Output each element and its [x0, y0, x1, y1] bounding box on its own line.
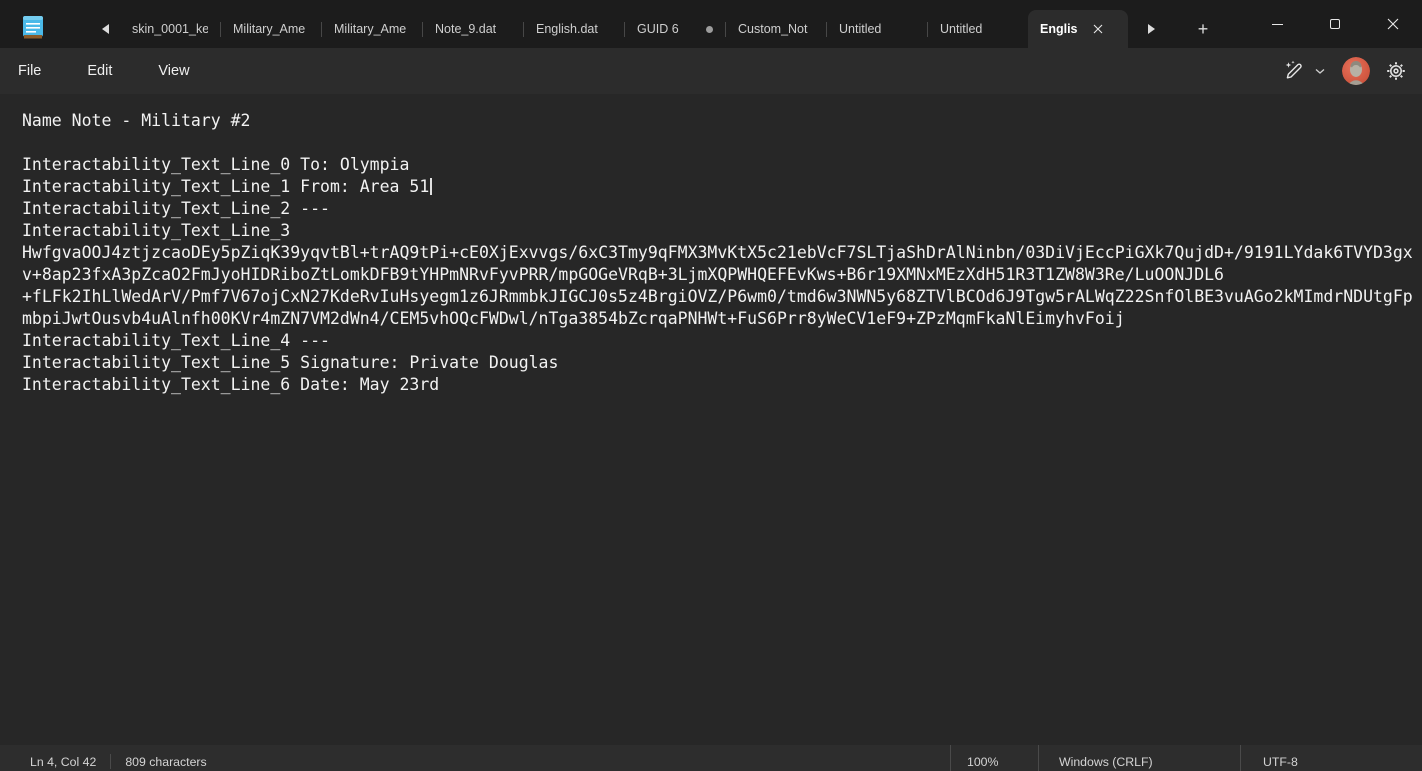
editor-line: Interactability_Text_Line_6 Date: May 23… [22, 374, 1422, 396]
minimize-button[interactable] [1248, 0, 1306, 48]
tab-label: Custom_Not [738, 22, 814, 36]
editor-line: Interactability_Text_Line_5 Signature: P… [22, 352, 1422, 374]
editor-line [22, 132, 1422, 154]
ai-rewrite-button[interactable] [1278, 54, 1330, 88]
editor-line-text: mbpiJwtOusvb4uAlnfh00KVr4mZN7VM2dWn4/CEM… [22, 309, 1125, 328]
tab-bar: skin_0001_ke Military_Ame Military_Ame Note… [120, 10, 1128, 48]
tab-guid-6[interactable]: GUID 6 [625, 10, 725, 48]
unsaved-dot-icon [706, 26, 713, 33]
tab-label: Untitled [940, 22, 1016, 36]
tab-scroll-left-button[interactable] [90, 10, 120, 48]
close-button[interactable] [1364, 0, 1422, 48]
editor-line: Interactability_Text_Line_2 --- [22, 198, 1422, 220]
tab-label: Untitled [839, 22, 915, 36]
toolbar-right [1278, 54, 1410, 88]
editor-line-text: Interactability_Text_Line_3 [22, 221, 290, 240]
settings-button[interactable] [1382, 54, 1410, 88]
account-avatar[interactable] [1342, 57, 1370, 85]
chevron-left-icon [102, 24, 109, 34]
tab-military-ame[interactable]: Military_Ame [322, 10, 422, 48]
editor-line-text: HwfgvaOOJ4ztjzcaoDEy5pZiqK39yqvtBl+trAQ9… [22, 243, 1413, 262]
tab-scroll-right-button[interactable] [1136, 10, 1166, 48]
editor-line: Interactability_Text_Line_3 [22, 220, 1422, 242]
line-ending: Windows (CRLF) [1059, 755, 1153, 769]
maximize-button[interactable] [1306, 0, 1364, 48]
menu-file[interactable]: File [4, 59, 55, 83]
chevron-down-icon [1314, 67, 1326, 75]
menubar: File Edit View [0, 48, 1422, 94]
character-count: 809 characters [125, 755, 206, 769]
text-editor-area[interactable]: Name Note - Military #2 Interactability_T… [0, 94, 1422, 745]
editor-line-text: v+8ap23fxA3pZcaO2FmJyoHIDRiboZtLomkDFB9t… [22, 265, 1224, 284]
window-controls [1248, 0, 1422, 48]
chevron-right-icon [1148, 24, 1155, 34]
zoom-level: 100% [967, 755, 998, 769]
close-icon [1387, 18, 1399, 30]
editor-line-text: +fLFk2IhLlWedArV/Pmf7V67ojCxN27KdeRvIuHs… [22, 287, 1413, 306]
tab-untitled[interactable]: Untitled [827, 10, 927, 48]
maximize-icon [1330, 19, 1340, 29]
tab-label: Military_Ame [334, 22, 410, 36]
tab-english-dat[interactable]: English.dat [524, 10, 624, 48]
cursor-position: Ln 4, Col 42 [30, 755, 96, 769]
ai-rewrite-pen-icon [1282, 59, 1306, 83]
editor-line-text: Interactability_Text_Line_5 Signature: P… [22, 353, 558, 372]
tab-note-9-dat[interactable]: Note_9.dat [423, 10, 523, 48]
tab-label: English.dat [536, 22, 612, 36]
editor-line: Name Note - Military #2 [22, 110, 1422, 132]
tab-custom-not[interactable]: Custom_Not [726, 10, 826, 48]
tab-military-ame[interactable]: Military_Ame [221, 10, 321, 48]
tab-label: GUID 6 [637, 22, 700, 36]
editor-line-text: Interactability_Text_Line_1 From: Area 5… [22, 177, 429, 196]
tab-close-button[interactable] [1088, 19, 1108, 39]
notepad-window: skin_0001_ke Military_Ame Military_Ame Note… [0, 0, 1422, 771]
status-separator [110, 754, 111, 769]
editor-line: Interactability_Text_Line_0 To: Olympia [22, 154, 1422, 176]
editor-line-text: Interactability_Text_Line_4 --- [22, 331, 330, 350]
notepad-app-icon [22, 14, 44, 40]
editor-line-text: Name Note - Military #2 [22, 111, 250, 130]
tab-label: Englis [1040, 22, 1078, 36]
tab-label: Military_Ame [233, 22, 309, 36]
editor-line: Interactability_Text_Line_1 From: Area 5… [22, 176, 1422, 198]
tab-label: Note_9.dat [435, 22, 511, 36]
menu-items: File Edit View [4, 59, 222, 83]
editor-line-text: Interactability_Text_Line_0 To: Olympia [22, 155, 409, 174]
titlebar[interactable]: skin_0001_ke Military_Ame Military_Ame Note… [0, 0, 1422, 48]
status-left: Ln 4, Col 42 809 characters [0, 754, 207, 769]
editor-line-text: Interactability_Text_Line_6 Date: May 23… [22, 375, 439, 394]
editor-line: v+8ap23fxA3pZcaO2FmJyoHIDRiboZtLomkDFB9t… [22, 264, 1422, 286]
status-bar: Ln 4, Col 42 809 characters 100% Windows… [0, 745, 1422, 771]
editor-line: Interactability_Text_Line_4 --- [22, 330, 1422, 352]
titlebar-drag-region[interactable] [1218, 0, 1248, 48]
status-right: 100% Windows (CRLF) UTF-8 [950, 745, 1422, 771]
encoding: UTF-8 [1263, 755, 1298, 769]
menu-view[interactable]: View [144, 59, 203, 83]
tab-skin-0001-ke[interactable]: skin_0001_ke [120, 10, 220, 48]
tab-label: skin_0001_ke [132, 22, 208, 36]
close-icon [1093, 24, 1103, 34]
editor-line: mbpiJwtOusvb4uAlnfh00KVr4mZN7VM2dWn4/CEM… [22, 308, 1422, 330]
editor-line: +fLFk2IhLlWedArV/Pmf7V67ojCxN27KdeRvIuHs… [22, 286, 1422, 308]
tab-englis-active[interactable]: Englis [1028, 10, 1128, 48]
minimize-icon [1272, 24, 1283, 25]
editor-line-text: Interactability_Text_Line_2 --- [22, 199, 330, 218]
menu-edit[interactable]: Edit [73, 59, 126, 83]
tab-untitled[interactable]: Untitled [928, 10, 1028, 48]
new-tab-button[interactable]: + [1188, 10, 1218, 48]
editor-line: HwfgvaOOJ4ztjzcaoDEy5pZiqK39yqvtBl+trAQ9… [22, 242, 1422, 264]
gear-icon [1386, 61, 1406, 81]
text-caret [430, 178, 432, 195]
